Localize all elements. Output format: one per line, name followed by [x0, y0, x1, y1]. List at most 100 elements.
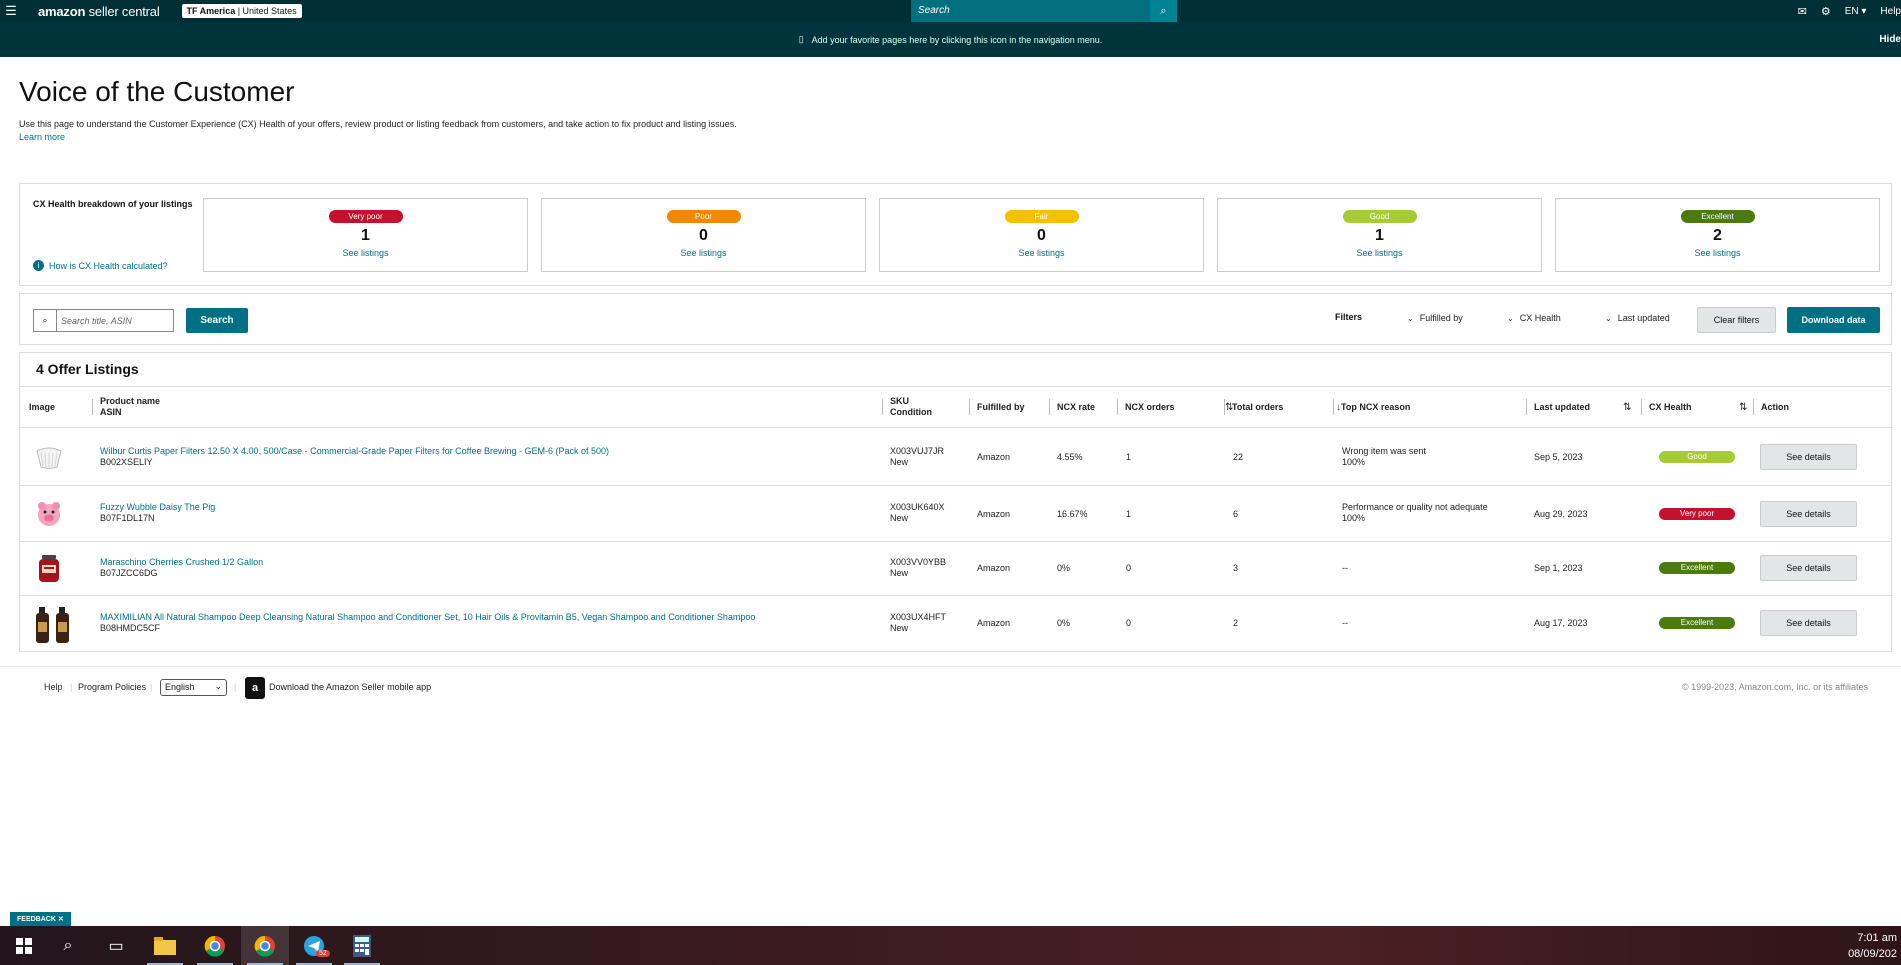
chevron-down-icon: ⌄ — [1605, 314, 1612, 323]
see-listings-link[interactable]: See listings — [542, 248, 865, 258]
footer-policies-link[interactable]: Program Policies — [78, 682, 146, 692]
search-icon[interactable]: ⌕ — [44, 926, 92, 965]
see-listings-link[interactable]: See listings — [880, 248, 1203, 258]
download-data-button[interactable]: Download data — [1787, 307, 1880, 333]
top-right-tools: ✉ ⚙ EN ▾ Help — [1798, 0, 1901, 22]
listing-search-input[interactable]: Search title, ASIN — [57, 310, 136, 331]
cx-health-badge: Very poor — [1659, 508, 1735, 520]
mobile-app-link[interactable]: Download the Amazon Seller mobile app — [269, 682, 431, 692]
top-ncx-reason: Wrong item was sent — [1342, 446, 1426, 456]
sku: X003UK640X — [890, 502, 945, 512]
search-icon: ⌕ — [34, 310, 57, 331]
sort-icon[interactable]: ⇅ — [1623, 402, 1631, 413]
see-details-button[interactable]: See details — [1760, 444, 1857, 470]
cx-health-badge: Good — [1659, 451, 1735, 463]
footer-divider: | — [70, 682, 73, 692]
search-button[interactable]: Search — [186, 308, 248, 333]
see-listings-link[interactable]: See listings — [204, 248, 527, 258]
col-ncx-rate: NCX rate — [1049, 387, 1095, 427]
copyright: © 1999-2023, Amazon.com, Inc. or its aff… — [1681, 682, 1868, 692]
ncx-orders: 1 — [1126, 452, 1132, 462]
top-ncx-reason: -- — [1342, 618, 1348, 628]
product-name-link[interactable]: Wilbur Curtis Paper Filters 12.50 X 4.00… — [100, 446, 609, 457]
filter-fulfilled-by[interactable]: ⌄ Fulfilled by — [1407, 313, 1463, 323]
health-card-excellent: Excellent 2 See listings — [1555, 198, 1880, 272]
health-count: 2 — [1713, 227, 1722, 244]
total-orders: 2 — [1233, 618, 1239, 628]
see-details-button[interactable]: See details — [1760, 501, 1857, 527]
health-card-very-poor: Very poor 1 See listings — [203, 198, 528, 272]
see-details-button[interactable]: See details — [1760, 555, 1857, 581]
clear-filters-button[interactable]: Clear filters — [1697, 307, 1776, 333]
col-ncx-orders[interactable]: NCX orders ⇅ — [1117, 387, 1235, 427]
footer-help-link[interactable]: Help — [44, 682, 63, 692]
sort-icon[interactable]: ⇅ — [1739, 402, 1747, 413]
product-name-link[interactable]: MAXIMILIAN All Natural Shampoo Deep Clea… — [100, 612, 755, 623]
fulfilled-by: Amazon — [977, 452, 1011, 462]
chrome-icon[interactable] — [241, 926, 289, 965]
total-orders: 3 — [1233, 563, 1239, 573]
product-name-link[interactable]: Fuzzy Wubble Daisy The Pig — [100, 502, 215, 513]
how-calculated-link[interactable]: i How is CX Health calculated? — [33, 260, 168, 271]
file-explorer-icon[interactable] — [141, 926, 189, 965]
top-ncx-reason: Performance or quality not adequate — [1342, 502, 1488, 512]
account-switcher[interactable]: TF America | United States — [181, 4, 302, 18]
search-icon[interactable]: ⌕ — [1150, 0, 1177, 22]
product-image-filters — [36, 447, 62, 469]
feedback-tab[interactable]: FEEDBACK ✕ — [10, 912, 71, 927]
gear-icon[interactable]: ⚙ — [1821, 5, 1831, 18]
product-name-link[interactable]: Maraschino Cherries Crushed 1/2 Gallon — [100, 557, 263, 568]
condition: New — [890, 513, 909, 523]
filter-cx-health[interactable]: ⌄ CX Health — [1507, 313, 1561, 323]
asin: B08HMDC5CF — [100, 623, 161, 633]
col-last-updated[interactable]: Last updated ⇅ — [1526, 387, 1634, 427]
fulfilled-by: Amazon — [977, 563, 1011, 573]
see-listings-link[interactable]: See listings — [1218, 248, 1541, 258]
bookmark-icon: ▯ — [798, 34, 804, 44]
chevron-down-icon: ⌄ — [1407, 314, 1414, 323]
ncx-orders: 1 — [1126, 509, 1132, 519]
global-search: Search ⌕ — [911, 0, 1177, 22]
condition: New — [890, 568, 909, 578]
col-cx-health[interactable]: CX Health ⇅ — [1641, 387, 1749, 427]
col-total-orders[interactable]: Total orders ↓ — [1224, 387, 1346, 427]
global-search-input[interactable]: Search — [911, 0, 1150, 22]
reason-percent: 100% — [1342, 513, 1366, 523]
see-details-button[interactable]: See details — [1760, 610, 1857, 636]
amazon-app-icon[interactable]: a — [245, 677, 265, 699]
sku: X003UX4HFT — [890, 612, 947, 622]
hide-favorites-link[interactable]: Hide — [1879, 34, 1901, 45]
asin: B07F1DL17N — [100, 513, 155, 523]
ncx-rate: 0% — [1057, 618, 1071, 628]
windows-start-icon[interactable] — [0, 926, 48, 965]
last-updated: Aug 17, 2023 — [1534, 618, 1588, 628]
chrome-icon[interactable] — [191, 926, 239, 965]
reason-percent: 100% — [1342, 457, 1366, 467]
filter-last-updated[interactable]: ⌄ Last updated — [1605, 313, 1670, 323]
task-view-icon[interactable]: ▭ — [92, 926, 140, 965]
page-description: Use this page to understand the Customer… — [19, 119, 737, 129]
table-row: MAXIMILIAN All Natural Shampoo Deep Clea… — [20, 596, 1891, 651]
menu-icon[interactable]: ☰ — [0, 0, 22, 22]
calculator-icon[interactable] — [338, 926, 386, 965]
telegram-icon[interactable]: 52 — [290, 926, 338, 965]
fulfilled-by: Amazon — [977, 618, 1011, 628]
top-ncx-reason: -- — [1342, 563, 1348, 573]
total-orders: 6 — [1233, 509, 1239, 519]
help-link[interactable]: Help — [1880, 6, 1901, 17]
learn-more-link[interactable]: Learn more — [19, 132, 65, 142]
col-action: Action — [1753, 387, 1789, 427]
footer-divider: | — [150, 682, 153, 692]
condition: New — [890, 623, 909, 633]
see-listings-link[interactable]: See listings — [1556, 248, 1879, 258]
health-breakdown-label: CX Health breakdown of your listings — [33, 199, 193, 209]
table-row: Maraschino Cherries Crushed 1/2 Gallon B… — [20, 542, 1891, 596]
seller-central-logo[interactable]: amazon seller central — [38, 4, 160, 19]
mail-icon[interactable]: ✉ — [1798, 5, 1807, 18]
product-image-pig — [38, 502, 60, 526]
footer-language-select[interactable]: English ⌄ — [160, 679, 227, 696]
listing-search-field[interactable]: ⌕ Search title, ASIN — [33, 309, 174, 332]
system-clock[interactable]: 7:01 am 08/09/202 — [1848, 930, 1897, 962]
table-row: Wilbur Curtis Paper Filters 12.50 X 4.00… — [20, 429, 1891, 486]
language-selector[interactable]: EN ▾ — [1845, 6, 1867, 17]
